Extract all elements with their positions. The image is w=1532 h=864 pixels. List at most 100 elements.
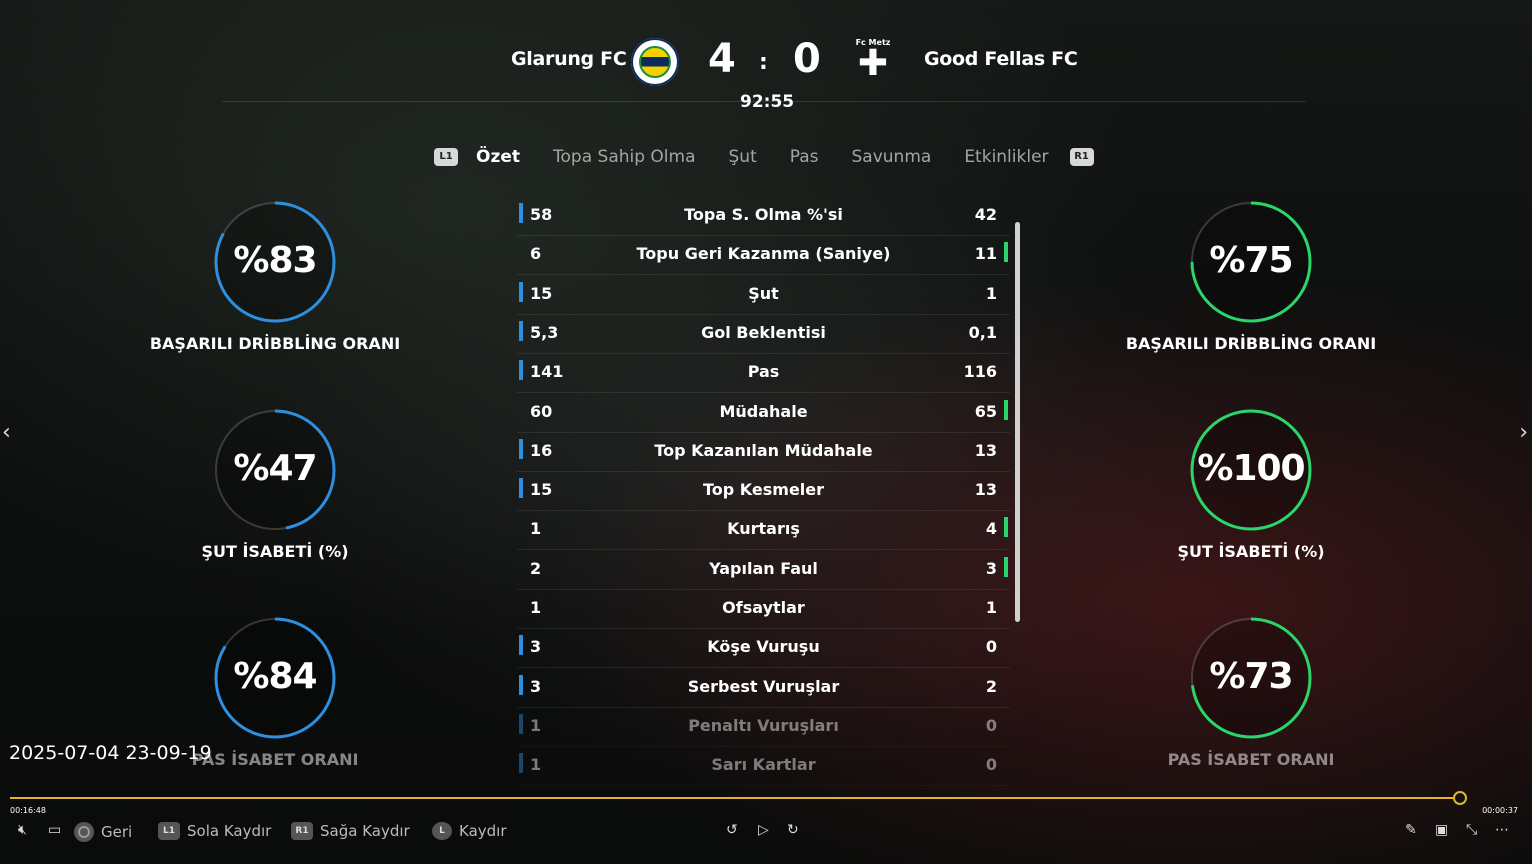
tab-defense[interactable]: Savunma — [852, 147, 932, 167]
stat-row: 16 Top Kazanılan Müdahale 13 — [517, 432, 1010, 472]
circle-button-icon — [74, 822, 94, 842]
back-label: Geri — [101, 823, 133, 841]
away-ring-value: %73 — [1209, 656, 1293, 697]
home-ring-title: ŞUT İSABETİ (%) — [201, 542, 349, 561]
rewind-10-icon[interactable]: ↺ — [726, 822, 738, 838]
stat-row: 2 Yapılan Faul 3 — [517, 550, 1010, 590]
away-lead-bar — [1004, 556, 1008, 577]
away-team-name: Good Fellas FC — [924, 48, 1078, 70]
seek-handle[interactable] — [1453, 791, 1467, 805]
stat-label: Müdahale — [719, 401, 808, 421]
home-stat-value: 58 — [530, 205, 553, 224]
home-team-crest — [631, 38, 679, 86]
l1-button-icon[interactable]: L1 — [434, 148, 458, 166]
chevron-right-icon[interactable]: › — [1519, 420, 1528, 445]
tab-ozet[interactable]: Özet — [476, 147, 520, 167]
home-stat-value: 1 — [530, 519, 542, 539]
stat-label: Yapılan Faul — [709, 558, 818, 578]
home-lead-bar — [519, 635, 523, 656]
subtitles-icon[interactable]: ▭ — [48, 822, 61, 838]
home-stat-value: 15 — [530, 283, 553, 303]
home-lead-bar — [519, 713, 523, 734]
away-stat-value: 0 — [985, 755, 997, 775]
home-lead-bar — [519, 203, 523, 223]
stat-row: 1 Ofsaytlar 1 — [517, 589, 1010, 629]
home-stat-value: 60 — [530, 401, 553, 421]
edit-icon[interactable]: ✎ — [1405, 822, 1417, 838]
tab-possession[interactable]: Topa Sahip Olma — [553, 147, 696, 167]
home-stat-ring: %47 — [213, 408, 337, 532]
mute-icon[interactable]: 🔇︎ — [18, 822, 27, 838]
stat-label: Topu Geri Kazanma (Saniye) — [636, 244, 891, 264]
home-ring-value: %84 — [233, 656, 317, 697]
home-lead-bar — [519, 753, 523, 774]
home-stat-value: 1 — [530, 755, 542, 775]
away-ring-title: BAŞARILI DRİBBLİNG ORANI — [1125, 334, 1377, 353]
stat-row: 5,3 Gol Beklentisi 0,1 — [517, 314, 1010, 354]
away-stat-value: 4 — [985, 519, 997, 539]
left-stick-icon: L — [432, 822, 452, 840]
l1-hint-icon: L1 — [158, 822, 180, 840]
exit-fullscreen-icon[interactable]: ⤡ — [1466, 822, 1477, 838]
home-stat-value: 1 — [530, 598, 542, 617]
home-stat-value: 15 — [530, 480, 553, 500]
away-ring-value: %100 — [1197, 448, 1305, 489]
away-team-crest: Fc Metz ✚ — [853, 38, 893, 86]
stat-label: Penaltı Vuruşları — [688, 715, 839, 735]
home-ring-value: %83 — [233, 240, 317, 281]
score-separator: : — [759, 50, 768, 75]
stat-row: 58 Topa S. Olma %'si 42 — [517, 196, 1010, 236]
away-ring-title: PAS İSABET ORANI — [1167, 750, 1335, 769]
miniplayer-icon[interactable]: ▣ — [1435, 822, 1448, 838]
stat-label: Sarı Kartlar — [711, 755, 816, 775]
seek-bar[interactable] — [10, 797, 1460, 799]
r1-hint-icon: R1 — [291, 822, 313, 840]
away-lead-bar — [1004, 399, 1008, 420]
forward-30-icon[interactable]: ↻ — [787, 822, 799, 838]
stat-label: Şut — [748, 283, 779, 303]
slide-left-label: Sola Kaydır — [187, 822, 272, 840]
away-stat-value: 42 — [974, 205, 997, 224]
home-ring-title: BAŞARILI DRİBBLİNG ORANI — [149, 334, 401, 353]
stat-row: 3 Serbest Vuruşlar 2 — [517, 668, 1010, 708]
stats-scrollbar[interactable] — [1015, 222, 1020, 622]
away-stat-value: 2 — [985, 676, 997, 696]
home-ring-value: %47 — [233, 448, 317, 489]
scroll-label: Kaydır — [459, 822, 507, 840]
away-stat-value: 1 — [985, 598, 997, 617]
back-hint: Geri — [74, 822, 132, 842]
away-stat-value: 116 — [963, 362, 997, 382]
chevron-left-icon[interactable]: ‹ — [2, 420, 11, 445]
home-stat-value: 3 — [530, 676, 542, 696]
more-options-icon[interactable]: ⋯ — [1495, 822, 1509, 838]
away-stat-ring: %75 — [1189, 200, 1313, 324]
home-stat-value: 5,3 — [530, 322, 559, 342]
home-lead-bar — [519, 674, 523, 695]
play-icon[interactable]: ▷ — [758, 822, 769, 838]
header-divider — [222, 101, 1306, 102]
away-stat-value: 1 — [985, 283, 997, 303]
tab-pass[interactable]: Pas — [790, 147, 819, 167]
away-stat-value: 11 — [974, 244, 997, 264]
scroll-hint: L Kaydır — [432, 822, 507, 840]
stat-row: 141 Pas 116 — [517, 353, 1010, 394]
away-stat-ring: %100 — [1189, 408, 1313, 532]
r1-button-icon[interactable]: R1 — [1069, 148, 1094, 166]
tab-events[interactable]: Etkinlikler — [964, 147, 1048, 167]
stats-tabs: L1 Özet Topa Sahip Olma Şut Pas Savunma … — [434, 147, 1094, 167]
tab-shots[interactable]: Şut — [729, 147, 757, 167]
stat-label: Top Kazanılan Müdahale — [654, 440, 873, 460]
cross-icon: ✚ — [857, 43, 889, 84]
stat-row: 3 Köşe Vuruşu 0 — [517, 628, 1010, 669]
match-clock: 92:55 — [740, 92, 795, 112]
home-lead-bar — [519, 478, 523, 499]
away-ring-title: ŞUT İSABETİ (%) — [1177, 542, 1325, 561]
away-stat-value: 13 — [974, 480, 997, 500]
stat-row: 15 Şut 1 — [517, 275, 1010, 315]
slide-right-hint: R1 Sağa Kaydır — [291, 822, 410, 840]
away-stat-value: 3 — [985, 558, 997, 578]
stat-label: Kurtarış — [727, 519, 800, 539]
stat-label: Top Kesmeler — [702, 480, 825, 500]
stat-row: 1 Kurtarış 4 — [517, 510, 1010, 551]
slide-right-label: Sağa Kaydır — [320, 822, 410, 840]
